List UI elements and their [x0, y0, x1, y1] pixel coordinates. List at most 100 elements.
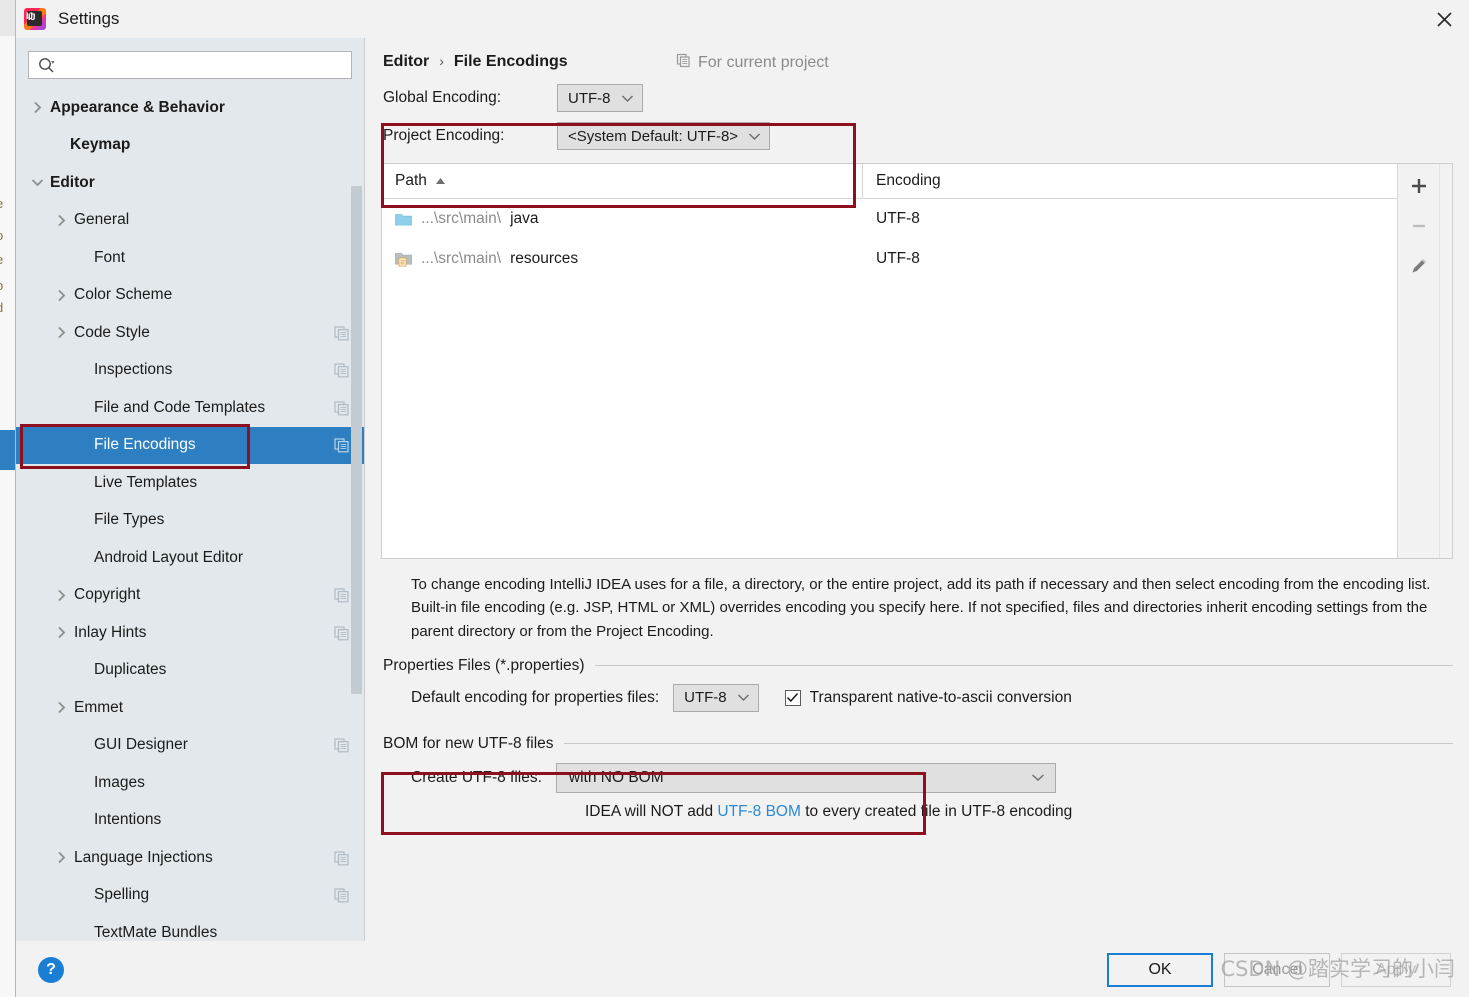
table-row[interactable]: ...\src\main\ java UTF-8: [382, 199, 1397, 239]
sidebar-item-file-types[interactable]: File Types: [16, 502, 364, 540]
intellij-idea-icon: [24, 8, 46, 30]
edit-button[interactable]: [1407, 254, 1431, 278]
column-header-path[interactable]: Path: [382, 164, 863, 198]
utf8-bom-link[interactable]: UTF-8 BOM: [717, 803, 801, 820]
default-properties-encoding-combo[interactable]: UTF-8: [673, 683, 759, 712]
bom-section-title-text: BOM for new UTF-8 files: [383, 734, 554, 752]
sidebar-item-file-and-code-templates[interactable]: File and Code Templates: [16, 389, 364, 427]
bom-note-suffix: to every created file in UTF-8 encoding: [800, 802, 1073, 820]
background-ide-sliver: e o e o d: [0, 0, 16, 997]
chevron-down-icon[interactable]: [30, 176, 44, 190]
chevron-right-icon[interactable]: [54, 701, 68, 715]
add-button[interactable]: [1407, 174, 1431, 198]
breadcrumb: Editor › File Encodings For current proj…: [381, 38, 1453, 79]
sidebar-item-label: Copyright: [74, 586, 141, 604]
sidebar-item-file-encodings[interactable]: File Encodings: [16, 426, 364, 464]
remove-button[interactable]: [1407, 214, 1431, 238]
sidebar-item-language-injections[interactable]: Language Injections: [16, 839, 364, 877]
table-row[interactable]: ...\src\main\ resources UTF-8: [382, 239, 1397, 279]
create-utf8-files-value: with NO BOM: [568, 768, 664, 786]
copy-config-icon[interactable]: [334, 438, 350, 453]
table-header-row: Path Encoding: [382, 164, 1397, 199]
sidebar-item-images[interactable]: Images: [16, 764, 364, 802]
sidebar-item-inlay-hints[interactable]: Inlay Hints: [16, 614, 364, 652]
search-input[interactable]: [61, 56, 345, 74]
table-cell-encoding[interactable]: UTF-8: [863, 250, 1397, 268]
transparent-native-to-ascii-label: Transparent native-to-ascii conversion: [809, 688, 1072, 706]
global-encoding-value: UTF-8: [568, 89, 611, 107]
chevron-down-icon: [748, 132, 761, 141]
copy-config-icon[interactable]: [334, 363, 350, 378]
cancel-button[interactable]: Cancel: [1224, 952, 1330, 987]
help-button[interactable]: ?: [38, 956, 64, 983]
sidebar-item-live-templates[interactable]: Live Templates: [16, 464, 364, 502]
sidebar-item-emmet[interactable]: Emmet: [16, 689, 364, 727]
search-box[interactable]: [28, 51, 352, 79]
sidebar-item-editor[interactable]: Editor: [16, 164, 364, 202]
sidebar-item-copyright[interactable]: Copyright: [16, 577, 364, 615]
sidebar-item-font[interactable]: Font: [16, 239, 364, 277]
table-toolbar: [1397, 164, 1439, 558]
copy-config-icon[interactable]: [334, 851, 350, 866]
screenshot-root: e o e o d Settings: [0, 0, 1469, 997]
copy-config-icon[interactable]: [334, 401, 350, 416]
dialog-body: Appearance & Behavior Keymap Editor General…: [16, 38, 1469, 941]
table-cell-path-prefix: ...\src\main\: [421, 210, 502, 227]
table-cell-path: ...\src\main\ resources: [382, 250, 863, 268]
copy-config-icon[interactable]: [334, 588, 350, 603]
chevron-right-icon[interactable]: [54, 288, 68, 302]
chevron-right-icon[interactable]: [54, 626, 68, 640]
sidebar-item-duplicates[interactable]: Duplicates: [16, 652, 364, 690]
sidebar-scrollbar-thumb[interactable]: [351, 186, 362, 694]
global-encoding-combo[interactable]: UTF-8: [557, 84, 643, 112]
table-cell-path-name: resources: [510, 250, 579, 267]
sidebar-item-spelling[interactable]: Spelling: [16, 877, 364, 915]
sidebar-item-label: Editor: [50, 173, 95, 191]
sidebar-item-label: GUI Designer: [94, 736, 188, 754]
search-icon: [38, 57, 55, 74]
sidebar-item-color-scheme[interactable]: Color Scheme: [16, 277, 364, 315]
sidebar-item-general[interactable]: General: [16, 202, 364, 240]
copy-config-icon[interactable]: [334, 738, 350, 753]
sidebar-item-gui-designer[interactable]: GUI Designer: [16, 727, 364, 765]
transparent-native-to-ascii-checkbox[interactable]: Transparent native-to-ascii conversion: [784, 688, 1072, 707]
create-utf8-files-combo[interactable]: with NO BOM: [555, 762, 1056, 793]
sidebar-item-inspections[interactable]: Inspections: [16, 352, 364, 390]
sidebar-item-android-layout-editor[interactable]: Android Layout Editor: [16, 539, 364, 577]
copy-config-icon[interactable]: [334, 326, 350, 341]
sidebar-item-textmate-bundles[interactable]: TextMate Bundles: [16, 914, 364, 941]
sidebar-item-appearance-behavior[interactable]: Appearance & Behavior: [16, 89, 364, 127]
chevron-right-icon[interactable]: [54, 851, 68, 865]
chevron-right-icon[interactable]: [30, 101, 44, 115]
apply-button[interactable]: Apply: [1341, 952, 1451, 987]
chevron-right-icon[interactable]: [54, 588, 68, 602]
ok-button[interactable]: OK: [1107, 952, 1213, 987]
project-encoding-row: Project Encoding: <System Default: UTF-8…: [383, 117, 1453, 155]
close-icon[interactable]: [1419, 0, 1469, 38]
sidebar-item-keymap[interactable]: Keymap: [16, 127, 364, 165]
sidebar-item-intentions[interactable]: Intentions: [16, 802, 364, 840]
chevron-right-icon[interactable]: [54, 213, 68, 227]
copy-config-icon[interactable]: [334, 888, 350, 903]
chevron-down-icon: [737, 693, 750, 702]
column-header-encoding[interactable]: Encoding: [863, 164, 1397, 198]
folder-icon: [395, 212, 412, 226]
for-current-project-text: For current project: [698, 54, 829, 71]
sidebar-item-label: Spelling: [94, 886, 150, 904]
sidebar-item-code-style[interactable]: Code Style: [16, 314, 364, 352]
sidebar-item-label: Duplicates: [94, 661, 167, 679]
copy-config-icon[interactable]: [334, 626, 350, 641]
breadcrumb-parent[interactable]: Editor: [383, 53, 429, 71]
project-encoding-combo[interactable]: <System Default: UTF-8>: [557, 122, 771, 150]
table-scrollbar[interactable]: [1439, 164, 1452, 558]
bom-note-prefix: IDEA will NOT add: [585, 802, 718, 820]
chevron-right-icon[interactable]: [54, 326, 68, 340]
table-cell-encoding[interactable]: UTF-8: [863, 210, 1397, 228]
encodings-description: To change encoding IntelliJ IDEA uses fo…: [411, 576, 1431, 640]
